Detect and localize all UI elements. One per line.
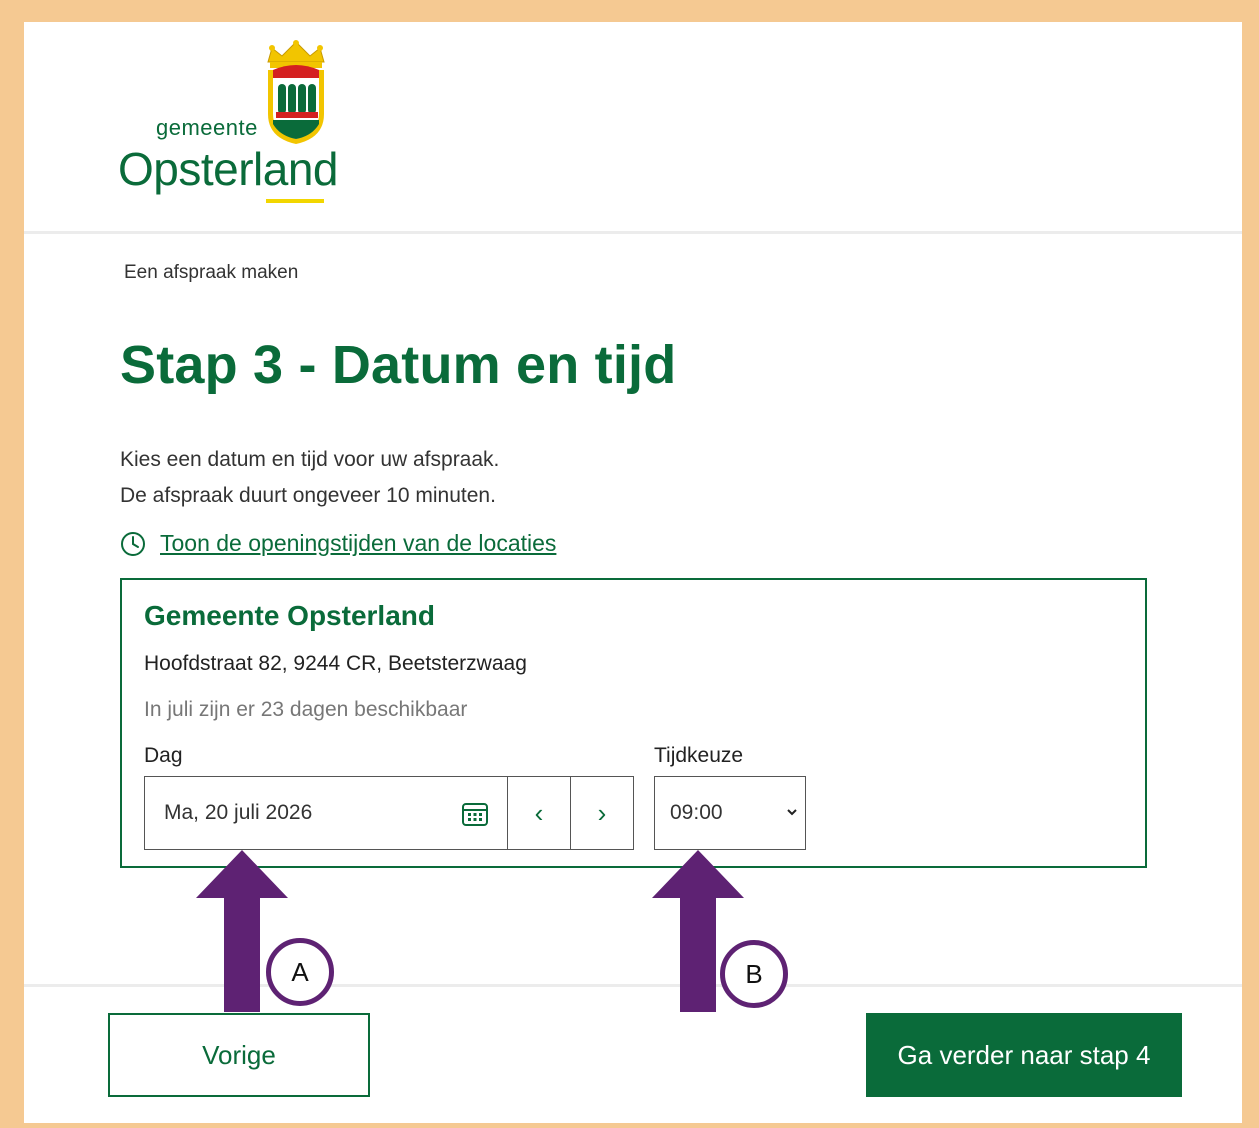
annotation-badge-b: B <box>720 940 788 1008</box>
intro-line-1: Kies een datum en tijd voor uw afspraak. <box>120 448 500 471</box>
continue-step-4-button[interactable]: Ga verder naar stap 4 <box>866 1013 1182 1097</box>
chevron-left-icon: ‹ <box>534 797 544 828</box>
logo-underline <box>266 199 324 203</box>
date-value: Ma, 20 juli 2026 <box>164 801 313 824</box>
opening-hours-link[interactable]: Toon de openingstijden van de locaties <box>120 530 556 557</box>
time-label: Tijdkeuze <box>654 744 744 767</box>
intro-line-2: De afspraak duurt ongeveer 10 minuten. <box>120 484 496 507</box>
time-value: 09:00 <box>670 801 723 824</box>
intro-text: Kies een datum en tijd voor uw afspraak.… <box>120 442 499 514</box>
site-header: gemeente Opsterland <box>24 22 1242 234</box>
calendar-icon[interactable] <box>461 801 489 827</box>
logo-text-big: Opsterland <box>118 143 339 195</box>
page-frame: gemeente Opsterland Een afspraak maken S… <box>24 22 1242 1123</box>
chevron-down-icon <box>787 809 797 816</box>
previous-button[interactable]: Vorige <box>108 1013 370 1097</box>
availability-text: In juli zijn er 23 dagen beschikbaar <box>144 698 468 721</box>
annotation-badge-a: A <box>266 938 334 1006</box>
time-select[interactable]: 09:00 <box>654 776 806 850</box>
location-address: Hoofdstraat 82, 9244 CR, Beetsterzwaag <box>144 652 527 675</box>
clock-icon <box>121 531 145 556</box>
coat-of-arms-icon <box>267 40 325 144</box>
logo-text-small: gemeente <box>156 115 258 140</box>
location-name: Gemeente Opsterland <box>144 600 435 631</box>
date-input[interactable]: Ma, 20 juli 2026 <box>144 776 508 850</box>
breadcrumb[interactable]: Een afspraak maken <box>124 262 298 284</box>
opening-hours-link-label[interactable]: Toon de openingstijden van de locaties <box>160 530 556 557</box>
chevron-right-icon: › <box>597 797 607 828</box>
day-label: Dag <box>144 744 183 767</box>
municipality-logo[interactable]: gemeente Opsterland <box>118 40 348 225</box>
next-day-button[interactable]: › <box>570 776 634 850</box>
previous-day-button[interactable]: ‹ <box>507 776 571 850</box>
page-title: Stap 3 - Datum en tijd <box>120 335 677 395</box>
location-card: Gemeente Opsterland Hoofdstraat 82, 9244… <box>120 578 1147 868</box>
